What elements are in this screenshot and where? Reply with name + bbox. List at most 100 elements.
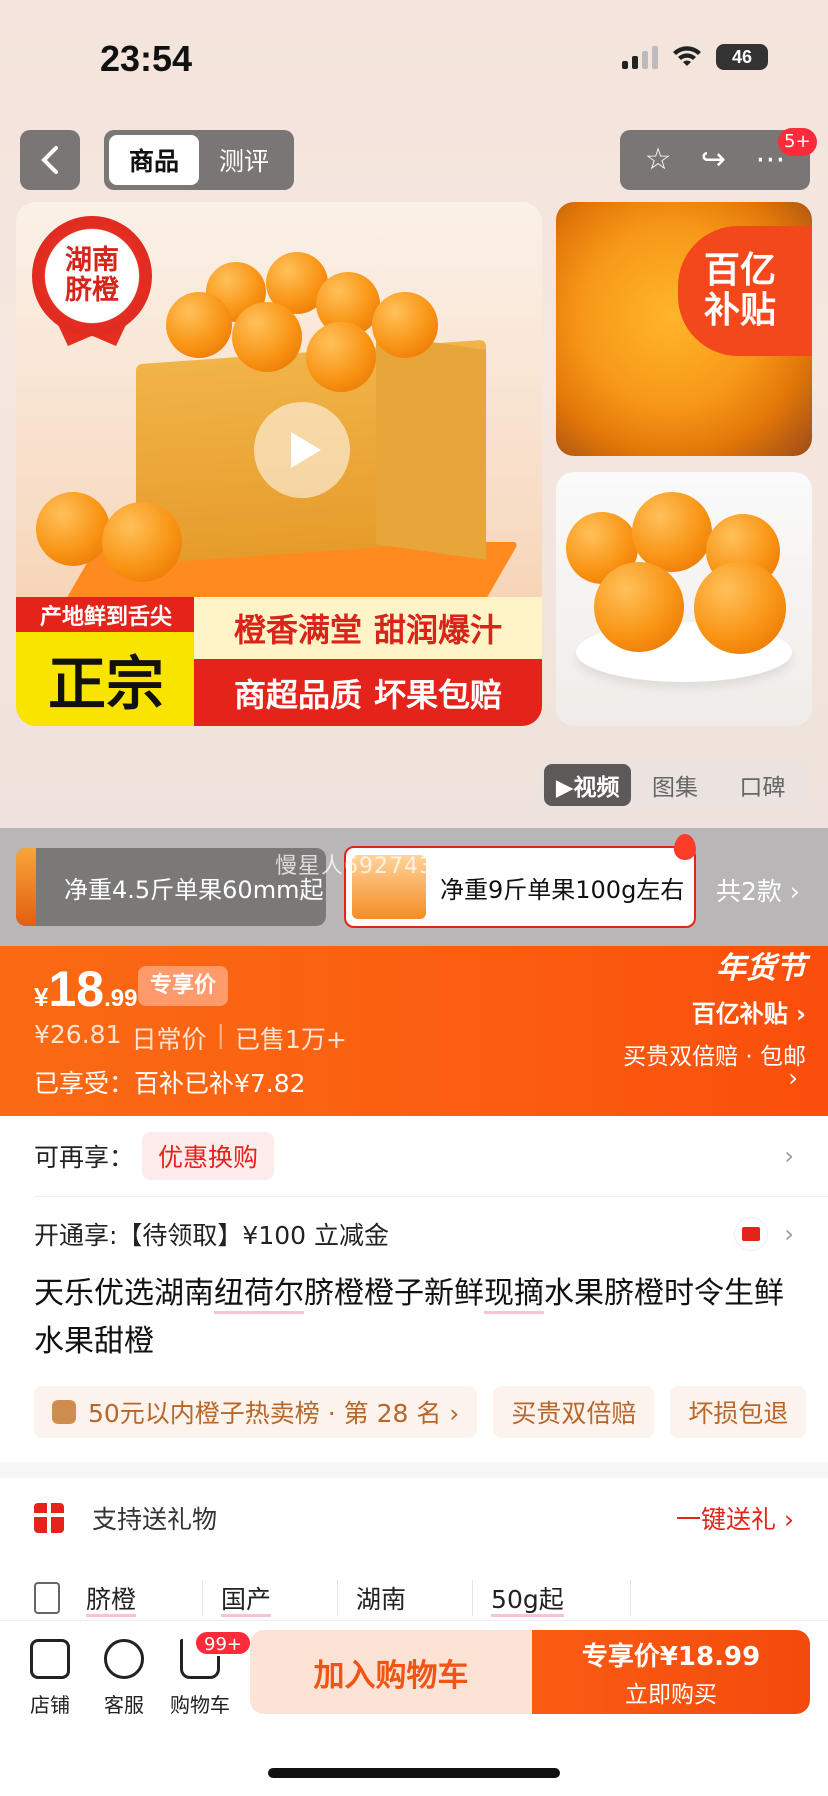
title-part: 脐橙橙子新鲜 (304, 1276, 484, 1311)
status-time: 23:54 (100, 38, 193, 79)
attribute-value: 脐橙 (86, 1585, 137, 1617)
variant-count-link[interactable]: 共2款 › (716, 872, 800, 908)
cart-badge: 99+ (194, 1630, 252, 1656)
damage-refund-chip[interactable]: 坏损包退 (670, 1386, 807, 1438)
share-icon[interactable]: ↪ (701, 145, 726, 175)
chevron-left-icon (41, 146, 58, 174)
promo-row-exchange[interactable]: 可再享： 优惠换购 › (34, 1132, 794, 1180)
slogan-r1a: 橙香满堂 (233, 611, 362, 649)
slogan-row-1: 橙香满堂 甜润爆汁 (194, 597, 542, 659)
buy-now-price: 专享价¥18.99 (581, 1641, 761, 1672)
side-image-orange-plate[interactable] (556, 472, 812, 726)
media-tab-reviews[interactable]: 口碑 (719, 764, 806, 806)
image-box-side (376, 334, 486, 560)
chevron-right-icon: › (784, 1220, 794, 1248)
buy-now-button[interactable]: 专享价¥18.99 立即购买 (532, 1630, 810, 1714)
store-label: 店铺 (30, 1693, 70, 1717)
back-button[interactable] (20, 130, 80, 190)
gift-icon (34, 1503, 64, 1533)
festival-label: 年货节 (716, 951, 806, 986)
battery-icon: 46 (716, 44, 768, 70)
price-integer: 18 (48, 961, 105, 1017)
orange-shape (632, 492, 712, 572)
top-tabs: 商品 测评 (104, 130, 294, 190)
guarantee-label: 买贵双倍赔 · 包邮 (623, 1044, 806, 1070)
attribute-value: 50g起 (491, 1585, 564, 1617)
rank-chip-label: 50元以内橙子热卖榜 · 第 28 名 › (88, 1399, 460, 1428)
subsidy-tag: 百亿 补贴 (678, 226, 812, 356)
chevron-right-icon: › (788, 1064, 798, 1092)
price-band[interactable]: ¥ 18 .99 专享价 ¥26.81 日常价 | 已售1万+ 已享受：百补已补… (0, 946, 828, 1116)
orange-shape (306, 322, 376, 392)
price-decimal: .99 (104, 985, 138, 1012)
subsidy-tag-line2: 补贴 (704, 290, 777, 331)
service-button[interactable]: 客服 (84, 1639, 164, 1718)
price-meta: ¥26.81 日常价 | 已售1万+ (34, 1020, 347, 1056)
home-indicator (268, 1768, 560, 1778)
slogan-top: 产地鲜到舌尖 (16, 597, 196, 633)
promo-row-coupon[interactable]: 开通享:【待领取】¥100 立减金 › (34, 1196, 794, 1272)
star-icon[interactable]: ☆ (645, 145, 672, 175)
price-main: ¥ 18 .99 (34, 960, 137, 1018)
tab-review[interactable]: 测评 (199, 135, 289, 185)
attribute-item: 脐橙 (86, 1580, 204, 1617)
double-refund-chip[interactable]: 买贵双倍赔 (493, 1386, 655, 1438)
store-button[interactable]: 店铺 (10, 1639, 90, 1718)
title-keyword: 纽荷尔 (214, 1276, 304, 1314)
exchange-pill[interactable]: 优惠换购 (142, 1132, 275, 1180)
play-video-button[interactable] (254, 402, 350, 498)
media-tab-gallery[interactable]: 图集 (631, 764, 718, 806)
attribute-value: 湖南 (356, 1585, 407, 1614)
card-icon (734, 1217, 769, 1251)
media-switch: ▶视频 图集 口碑 (540, 760, 810, 810)
price-tag: 专享价 (138, 966, 229, 1006)
section-gap (0, 1462, 828, 1478)
coupon-text: 开通享:【待领取】¥100 立减金 (34, 1221, 389, 1250)
slogan-r2a: 商超品质 (233, 675, 362, 714)
shield-icon (52, 1400, 76, 1424)
price-currency: ¥ (34, 982, 49, 1012)
title-keyword: 现摘 (484, 1276, 544, 1314)
gift-label: 支持送礼物 (92, 1505, 218, 1534)
orange-shape (166, 292, 232, 358)
promo-label: 可再享： (34, 1143, 135, 1172)
subsidy-enjoyed: 已享受：百补已补¥7.82 (34, 1069, 306, 1098)
gift-row[interactable]: 支持送礼物 一键送礼 › (34, 1500, 794, 1536)
store-icon (30, 1639, 70, 1679)
orange-shape (694, 562, 786, 654)
watermark: 慢星人6927435AY (275, 854, 478, 879)
slogan-main: 正宗 (16, 632, 196, 726)
slogan-row-2: 商超品质 坏果包赔 (194, 659, 542, 726)
service-label: 客服 (104, 1693, 144, 1717)
origin-seal: 湖南 脐橙 (32, 216, 152, 336)
orange-shape (232, 302, 302, 372)
feature-chips: 50元以内橙子热卖榜 · 第 28 名 › 买贵双倍赔 坏损包退 (34, 1386, 807, 1438)
product-title: 天乐优选湖南纽荷尔脐橙橙子新鲜现摘水果脐橙时令生鲜水果甜橙 (34, 1270, 804, 1366)
send-gift-link[interactable]: 一键送礼 › (676, 1500, 794, 1536)
media-tab-video[interactable]: ▶视频 (544, 764, 632, 806)
title-part: 天乐优选湖南 (34, 1276, 214, 1311)
add-to-cart-button[interactable]: 加入购物车 (250, 1630, 532, 1714)
main-product-image[interactable]: 湖南 脐橙 产地鲜到舌尖 正宗 橙香满堂 甜润爆汁 商超品质 坏果包赔 (16, 202, 542, 726)
original-price: ¥26.81 (34, 1020, 122, 1049)
subsidy-program[interactable]: 年货节 百亿补贴 › 买贵双倍赔 · 包邮 (623, 954, 806, 1071)
buy-now-label: 立即购买 (625, 1681, 717, 1708)
slogan-r2b: 坏果包赔 (374, 675, 503, 714)
document-icon (34, 1582, 60, 1614)
cart-label: 购物车 (170, 1693, 230, 1717)
origin-seal-text: 湖南 脐橙 (65, 245, 119, 306)
orange-shape (594, 562, 684, 652)
attribute-row[interactable]: 脐橙 国产 湖南 50g起 (34, 1580, 828, 1617)
side-image-peeled-orange[interactable]: 百亿 补贴 (556, 202, 812, 456)
message-badge: 5+ (778, 128, 817, 156)
attribute-item: 50g起 (491, 1580, 631, 1617)
attribute-value: 国产 (221, 1585, 272, 1617)
service-icon (104, 1639, 144, 1679)
slogan-r1b: 甜润爆汁 (374, 611, 503, 649)
rank-chip[interactable]: 50元以内橙子热卖榜 · 第 28 名 › (34, 1386, 478, 1438)
original-price-label: 日常价 (131, 1025, 207, 1054)
variant-thumbnail (16, 848, 36, 926)
separator: | (216, 1020, 225, 1049)
tab-product[interactable]: 商品 (109, 135, 199, 185)
signal-icon (622, 45, 658, 69)
